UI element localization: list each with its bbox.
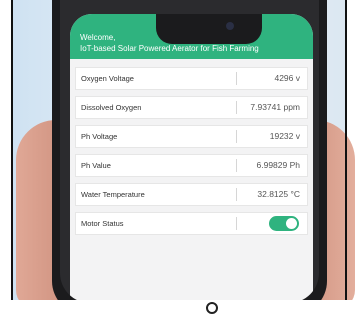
row-divider <box>236 217 237 230</box>
row-divider <box>236 159 237 172</box>
row-divider <box>236 101 237 114</box>
motor-status-toggle[interactable] <box>269 216 299 231</box>
frame-border-right <box>345 0 347 300</box>
welcome-text: Welcome, <box>80 33 116 42</box>
reading-value: 4296 v <box>274 73 300 83</box>
reading-row-water-temperature: Water Temperature 32.8125 °C <box>75 183 308 206</box>
toggle-knob <box>286 218 297 229</box>
reading-value: 6.99829 Ph <box>256 160 300 170</box>
reading-label: Oxygen Voltage <box>81 74 134 83</box>
readings-list: Oxygen Voltage 4296 v Dissolved Oxygen 7… <box>75 67 308 241</box>
reading-value: 7.93741 ppm <box>250 102 300 112</box>
reading-label: Dissolved Oxygen <box>81 103 142 112</box>
camera-icon <box>226 22 234 30</box>
phone-screen: Welcome, IoT-based Solar Powered Aerator… <box>70 14 313 303</box>
phone-notch <box>156 14 262 44</box>
motor-status-row: Motor Status <box>75 212 308 235</box>
reading-row-ph-voltage: Ph Voltage 19232 v <box>75 125 308 148</box>
motor-status-label: Motor Status <box>81 219 124 228</box>
row-divider <box>236 72 237 85</box>
reading-value: 19232 v <box>269 131 300 141</box>
reading-row-dissolved-oxygen: Dissolved Oxygen 7.93741 ppm <box>75 96 308 119</box>
row-divider <box>236 188 237 201</box>
app-title: IoT-based Solar Powered Aerator for Fish… <box>80 44 259 53</box>
reading-label: Ph Value <box>81 161 111 170</box>
reading-row-oxygen-voltage: Oxygen Voltage 4296 v <box>75 67 308 90</box>
phone-bezel: Welcome, IoT-based Solar Powered Aerator… <box>60 0 319 303</box>
bottom-strip <box>0 300 359 315</box>
reading-row-ph-value: Ph Value 6.99829 Ph <box>75 154 308 177</box>
reading-value: 32.8125 °C <box>257 189 300 199</box>
reading-label: Water Temperature <box>81 190 145 199</box>
reading-label: Ph Voltage <box>81 132 118 141</box>
frame-border-left <box>11 0 13 300</box>
smartphone: Welcome, IoT-based Solar Powered Aerator… <box>52 0 327 315</box>
circle-glyph-icon <box>206 302 218 314</box>
row-divider <box>236 130 237 143</box>
